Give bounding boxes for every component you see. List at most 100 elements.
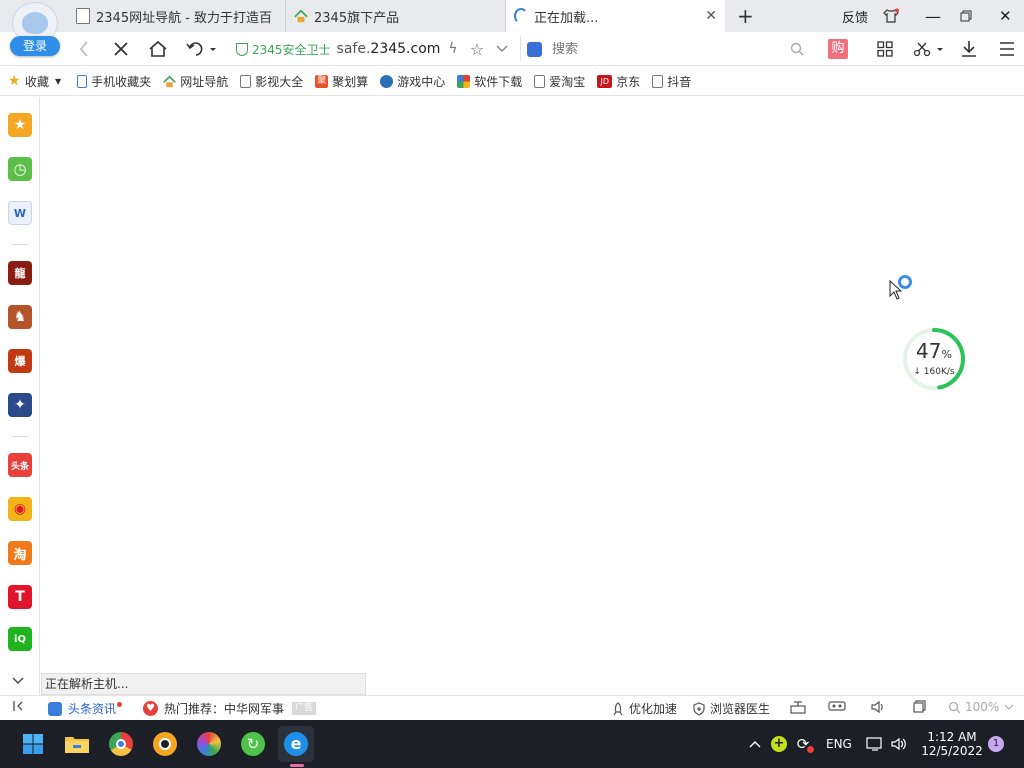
baidu-paw-icon[interactable] — [527, 41, 542, 57]
grid-icon — [877, 41, 893, 57]
clock-area[interactable]: 1:12 AM 12/5/2022 — [916, 720, 988, 768]
lightning-icon[interactable]: ϟ — [446, 38, 460, 60]
bookmark-star-icon[interactable]: ☆ — [468, 38, 486, 60]
file-explorer-icon[interactable] — [63, 730, 91, 758]
sidebar-collapse-chevron-icon[interactable] — [12, 674, 24, 688]
bookmark-label: 京东 — [616, 74, 641, 89]
screenshot-button[interactable] — [912, 38, 944, 60]
bookmark-jd[interactable]: JD 京东 — [597, 73, 640, 90]
sidebar-game-icon[interactable]: ♞ — [8, 305, 32, 329]
hot-recommend-link[interactable]: ♥ 热门推荐：中华网军事 广告 — [143, 700, 317, 717]
status-bar: 头条资讯 ♥ 热门推荐：中华网军事 广告 优化加速 浏览器医生 100% — [0, 695, 1024, 720]
tab-loading[interactable]: 正在加载... ✕ — [506, 0, 725, 32]
page-content[interactable] — [41, 97, 1024, 695]
vr-icon[interactable] — [828, 700, 846, 712]
download-speed-widget[interactable]: 47% ↓ 160K/s — [902, 327, 966, 391]
undo-close-button[interactable] — [184, 38, 218, 60]
document-icon — [652, 74, 664, 88]
news-button[interactable]: 头条资讯 — [48, 700, 123, 717]
colorful-browser-icon[interactable] — [195, 730, 223, 758]
sidebar-iqiyi-icon[interactable]: iQ — [8, 627, 32, 651]
address-dropdown-icon[interactable] — [494, 38, 510, 60]
sidebar-game-icon[interactable]: 龍 — [8, 261, 32, 285]
tab-2345-nav[interactable]: 2345网址导航 - 致力于打造百 — [68, 0, 286, 32]
url-text[interactable]: safe.2345.com — [337, 41, 441, 57]
sidebar-game-icon[interactable]: ✦ — [8, 393, 32, 417]
login-button[interactable]: 登录 — [10, 36, 60, 56]
sidebar-favorites-star-icon[interactable]: ★ — [8, 113, 32, 137]
refresh-app-icon[interactable]: ↻ — [239, 730, 267, 758]
bookmark-mobile-favorites[interactable]: 手机收藏夹 — [77, 73, 151, 90]
clock-time: 1:12 AM — [927, 730, 977, 744]
tab-2345-products[interactable]: 2345旗下产品 — [286, 0, 506, 32]
new-tab-button[interactable]: + — [737, 6, 754, 26]
search-icon[interactable] — [790, 42, 804, 56]
document-icon — [534, 74, 546, 88]
stop-button[interactable] — [110, 38, 132, 60]
doctor-label: 浏览器医生 — [710, 702, 771, 716]
skin-icon[interactable] — [883, 0, 899, 32]
bookmark-game-center[interactable]: 游戏中心 — [380, 73, 445, 90]
sidebar-tmall-icon[interactable]: T — [8, 585, 32, 609]
safe-guard-label: 2345安全卫士 — [252, 42, 331, 57]
shopping-button[interactable]: 购 — [828, 39, 848, 59]
bookmark-juhuasuan[interactable]: 聚 聚划算 — [315, 73, 368, 90]
monitor-icon[interactable] — [866, 720, 884, 768]
tray-sync-icon[interactable]: ⟳ — [794, 720, 814, 768]
document-icon — [240, 74, 252, 88]
speaker-icon[interactable] — [890, 720, 908, 768]
ie-browser-icon[interactable]: e — [278, 726, 314, 762]
chrome-icon[interactable] — [107, 730, 135, 758]
notification-badge[interactable]: 1 — [988, 720, 1004, 768]
zoom-control[interactable]: 100% — [948, 700, 1014, 714]
news-label: 头条资讯 — [68, 702, 117, 716]
network-icon[interactable] — [790, 700, 806, 714]
back-button[interactable] — [74, 38, 94, 60]
menu-button[interactable] — [996, 38, 1018, 60]
search-input[interactable] — [552, 41, 772, 57]
phone-icon — [77, 74, 88, 88]
sidebar-toggle-button[interactable] — [12, 699, 26, 713]
undo-icon — [186, 42, 216, 56]
optimize-button[interactable]: 优化加速 — [611, 700, 677, 717]
close-window-button[interactable]: ✕ — [999, 0, 1012, 32]
bookmark-software[interactable]: 软件下载 — [457, 73, 522, 90]
close-tab-icon[interactable]: ✕ — [705, 8, 717, 24]
download-button[interactable] — [958, 38, 980, 60]
show-hidden-icons-chevron-icon[interactable] — [749, 720, 761, 768]
jd-icon: JD — [597, 74, 613, 88]
user-avatar[interactable]: 登录 — [6, 2, 64, 60]
home-button[interactable] — [146, 38, 170, 60]
sidebar-game-icon[interactable]: 爆 — [8, 349, 32, 373]
volume-icon[interactable] — [870, 700, 886, 714]
scissors-icon — [913, 42, 943, 57]
sidebar-history-clock-icon[interactable]: ◷ — [8, 157, 32, 181]
bookmark-aitaobao[interactable]: 爱淘宝 — [534, 73, 585, 90]
restore-button[interactable] — [960, 0, 972, 32]
bookmark-nav[interactable]: 网址导航 — [163, 73, 228, 90]
tray-plus-icon[interactable]: + — [771, 720, 787, 768]
bookmark-video[interactable]: 影视大全 — [240, 73, 303, 90]
sidebar-divider — [12, 244, 28, 245]
minimize-button[interactable]: — — [925, 0, 941, 32]
progress-value: 47 — [916, 339, 942, 363]
language-indicator[interactable]: ENG — [826, 720, 852, 768]
zoom-dropdown-icon — [1004, 704, 1014, 710]
sidebar-taobao-icon[interactable]: 淘 — [8, 541, 32, 565]
feedback-button[interactable]: 反馈 — [842, 0, 868, 32]
sidebar-weibo-icon[interactable]: ◉ — [8, 497, 32, 521]
bookmark-douyin[interactable]: 抖音 — [652, 73, 691, 90]
sidebar-word-icon[interactable]: W — [8, 201, 32, 225]
security-shield-icon — [236, 42, 248, 56]
address-toolbar: 2345安全卫士 safe.2345.com ϟ ☆ 购 — [0, 32, 1024, 66]
hot-recommend-text: 热门推荐：中华网军事 — [164, 702, 285, 716]
window-mode-icon[interactable] — [912, 700, 926, 714]
windows-start-icon[interactable] — [19, 730, 47, 758]
browser-icon[interactable] — [151, 730, 179, 758]
apps-grid-button[interactable] — [874, 38, 896, 60]
loading-status-text: 正在解析主机... — [41, 673, 366, 695]
browser-doctor-button[interactable]: 浏览器医生 — [692, 700, 770, 717]
bookmark-label: 手机收藏夹 — [91, 74, 152, 89]
bookmark-favorites[interactable]: ★ 收藏 ▼ — [8, 73, 61, 90]
sidebar-toutiao-icon[interactable]: 头条 — [8, 453, 32, 477]
